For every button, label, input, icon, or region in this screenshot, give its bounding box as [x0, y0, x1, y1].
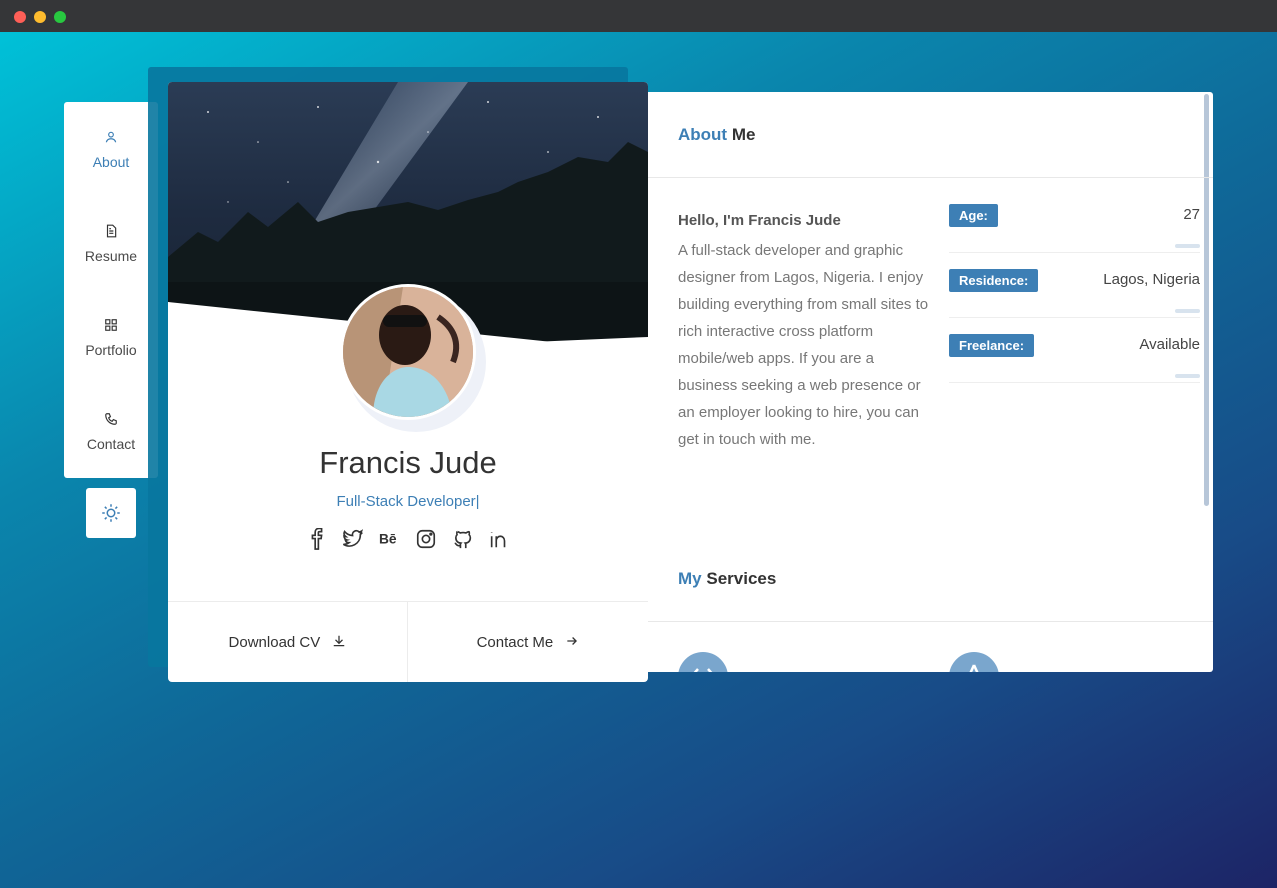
instagram-icon[interactable] [415, 528, 437, 550]
social-links: Bē [168, 528, 648, 550]
close-window-button[interactable] [14, 11, 26, 23]
info-label: Residence: [949, 269, 1039, 292]
nav-item-label: Resume [84, 248, 138, 264]
info-row-residence: Residence: Lagos, Nigeria [949, 253, 1200, 318]
behance-icon[interactable]: Bē [379, 528, 401, 550]
download-icon [334, 635, 345, 647]
info-row-freelance: Freelance: Available [949, 318, 1200, 383]
info-row-age: Age: 27 [949, 188, 1200, 253]
nav-item-label: Portfolio [85, 342, 137, 358]
phone-icon [105, 413, 117, 425]
info-value: 27 [1183, 206, 1200, 223]
arrow-right-icon [567, 637, 578, 645]
user-icon [105, 131, 117, 143]
design-icon [949, 652, 999, 672]
side-navigation: About Resume Portfolio Contact [64, 102, 158, 478]
maximize-window-button[interactable] [54, 11, 66, 23]
about-section-title: About Me [678, 125, 756, 144]
window-titlebar [0, 0, 1277, 32]
card-footer: Download CV Contact Me [168, 601, 648, 682]
nav-item-contact[interactable]: Contact [64, 384, 158, 478]
info-label: Age: [949, 204, 998, 227]
contact-me-button[interactable]: Contact Me [408, 602, 648, 682]
nav-item-about[interactable]: About [64, 102, 158, 196]
section-divider [648, 177, 1213, 178]
info-label: Freelance: [949, 334, 1035, 357]
download-cv-label: Download CV [228, 634, 321, 651]
info-accent-line [1175, 244, 1200, 248]
svg-text:Bē: Bē [379, 532, 397, 547]
sun-icon [102, 504, 120, 522]
nav-item-portfolio[interactable]: Portfolio [64, 290, 158, 384]
about-greeting: Hello, I'm Francis Jude [678, 212, 841, 229]
download-cv-button[interactable]: Download CV [168, 602, 408, 682]
code-icon [678, 652, 728, 672]
nav-item-resume[interactable]: Resume [64, 196, 158, 290]
services-section-title: My Services [678, 569, 777, 588]
document-icon [106, 224, 117, 238]
info-value: Available [1139, 336, 1200, 353]
info-value: Lagos, Nigeria [1103, 271, 1200, 288]
avatar [340, 284, 476, 420]
facebook-icon[interactable] [306, 528, 328, 550]
contact-me-label: Contact Me [476, 634, 554, 651]
github-icon[interactable] [452, 528, 474, 550]
grid-icon [105, 319, 117, 331]
info-accent-line [1175, 309, 1200, 313]
minimize-window-button[interactable] [34, 11, 46, 23]
about-bio: A full-stack developer and graphic desig… [678, 242, 929, 448]
twitter-icon[interactable] [342, 528, 364, 550]
profile-name: Francis Jude [319, 445, 497, 480]
profile-card: Francis Jude Full-Stack Developer| Bē Do… [168, 82, 648, 682]
theme-toggle-button[interactable] [86, 488, 136, 538]
nav-item-label: About [92, 154, 130, 170]
info-accent-line [1175, 374, 1200, 378]
scrollbar-thumb[interactable] [1204, 94, 1209, 506]
section-divider [648, 621, 1213, 622]
about-panel: About Me Hello, I'm Francis Jude A full-… [648, 92, 1213, 672]
linkedin-icon[interactable] [488, 528, 510, 550]
profile-role: Full-Stack Developer| [336, 493, 480, 510]
nav-item-label: Contact [86, 436, 136, 452]
